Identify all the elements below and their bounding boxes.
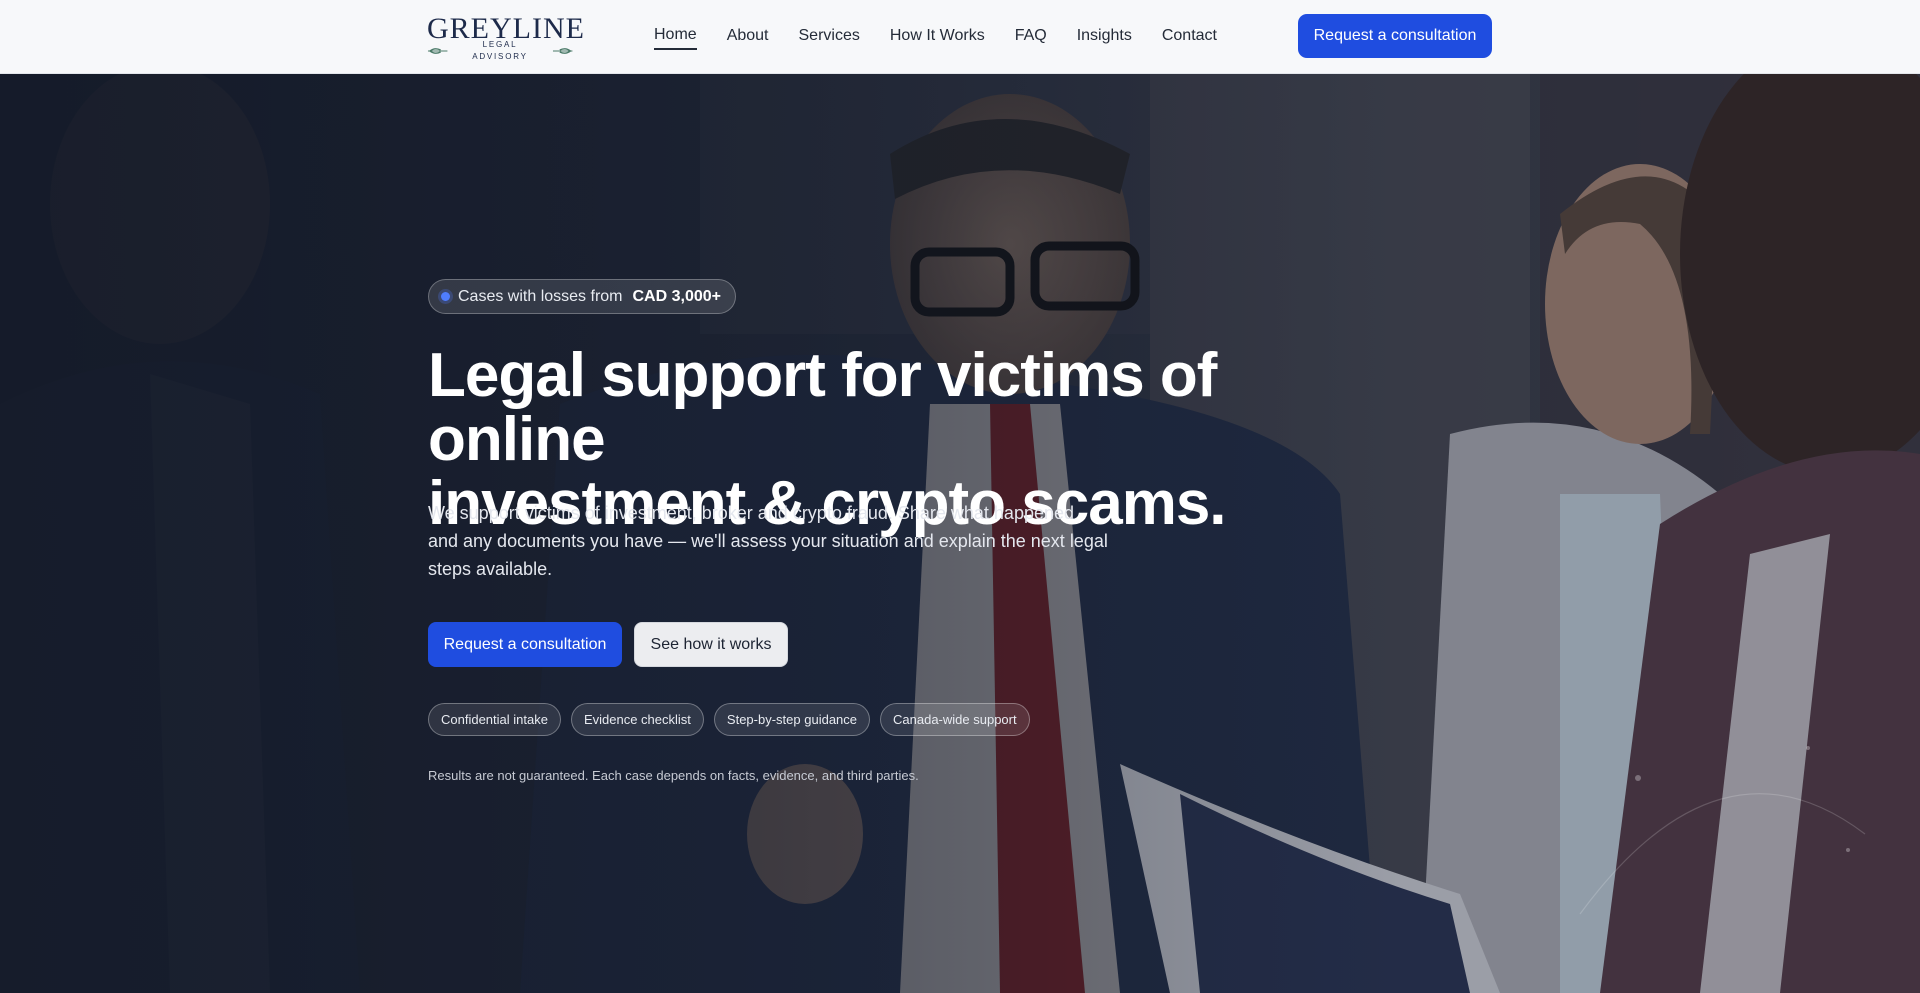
badge-amount: CAD 3,000+ (632, 287, 722, 305)
see-how-it-works-button[interactable]: See how it works (634, 622, 788, 667)
brand-tagline: LEGAL ADVISORY (472, 40, 528, 61)
nav-contact[interactable]: Contact (1162, 25, 1217, 49)
chip-confidential-intake: Confidential intake (428, 703, 561, 736)
nav-services[interactable]: Services (799, 25, 860, 49)
loss-threshold-badge: Cases with losses from CAD 3,000+ (428, 279, 736, 314)
brand-tagline-row: LEGAL ADVISORY (427, 40, 573, 61)
request-consultation-button[interactable]: Request a consultation (428, 622, 622, 667)
hero-description: We support victims of investment, broker… (428, 503, 1108, 579)
status-dot-icon (441, 292, 450, 301)
chip-canada-wide-support: Canada-wide support (880, 703, 1030, 736)
chip-step-by-step-guidance: Step-by-step guidance (713, 703, 871, 736)
badge-text: Cases with losses from (458, 287, 623, 305)
nav-insights[interactable]: Insights (1077, 25, 1132, 49)
header-consultation-button[interactable]: Request a consultation (1298, 14, 1492, 58)
site-header: GREYLINE LEGAL ADVISORY Home About Servi… (0, 0, 1920, 74)
main-nav: Home About Services How It Works FAQ Ins… (654, 0, 1217, 74)
brand-logo[interactable]: GREYLINE LEGAL ADVISORY (427, 14, 584, 62)
chip-evidence-checklist: Evidence checklist (570, 703, 704, 736)
results-disclaimer: Results are not guaranteed. Each case de… (428, 768, 919, 783)
nav-faq[interactable]: FAQ (1015, 25, 1047, 49)
right-leaf-icon (552, 48, 573, 54)
hero-content: Cases with losses from CAD 3,000+ Legal … (428, 74, 1348, 993)
hero-section: Cases with losses from CAD 3,000+ Legal … (0, 74, 1920, 993)
nav-home[interactable]: Home (654, 24, 697, 50)
feature-chips: Confidential intake Evidence checklist S… (428, 703, 1030, 736)
left-leaf-icon (427, 48, 448, 54)
nav-how-it-works[interactable]: How It Works (890, 25, 985, 49)
headline-line-1: Legal support for victims of online (428, 341, 1217, 474)
nav-about[interactable]: About (727, 25, 769, 49)
